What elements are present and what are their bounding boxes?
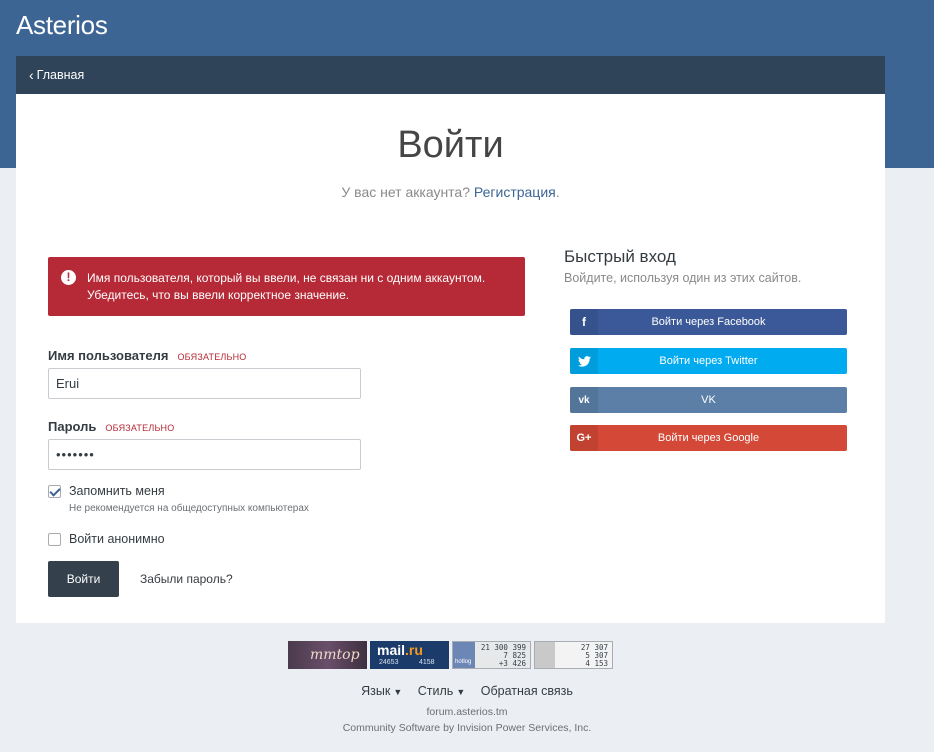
no-account-text: У вас нет аккаунта? — [341, 184, 470, 200]
mailru-counter[interactable]: mail.ru 24653 4158 — [370, 641, 449, 669]
mailru-logo-suffix: .ru — [405, 642, 423, 658]
register-link[interactable]: Регистрация — [474, 184, 556, 200]
remember-me-label: Запомнить меня — [69, 484, 165, 498]
twitter-login-label: Войти через Twitter — [659, 355, 758, 367]
mmtop-counter[interactable]: mmtop — [288, 641, 367, 669]
remember-me-hint: Не рекомендуется на общедоступных компью… — [69, 503, 309, 514]
google-login-button[interactable]: G+ Войти через Google — [570, 425, 847, 451]
vk-icon: vk — [570, 387, 598, 413]
mailru-logo: mail.ru — [377, 642, 423, 658]
mailru-count-1: 24653 — [379, 659, 399, 666]
error-message: ! Имя пользователя, который вы ввели, не… — [48, 257, 525, 316]
language-menu[interactable]: Язык ▼ — [361, 684, 402, 698]
google-login-label: Войти через Google — [657, 432, 760, 444]
style-menu[interactable]: Стиль ▼ — [418, 684, 465, 698]
facebook-login-button[interactable]: f Войти через Facebook — [570, 309, 847, 335]
forgot-password-link[interactable]: Забыли пароль? — [140, 572, 233, 586]
login-submit-button[interactable]: Войти — [48, 561, 119, 597]
password-label-text: Пароль — [48, 419, 97, 434]
liveinternet-bar-icon — [535, 642, 555, 668]
footer-links: Язык ▼ Стиль ▼ Обратная связь — [0, 684, 934, 698]
login-card: Войти У вас нет аккаунта? Регистрация. !… — [16, 94, 885, 623]
liveinternet-counter[interactable]: 27 307 5 307 4 153 — [534, 641, 613, 669]
footer-copyright[interactable]: Community Software by Invision Power Ser… — [0, 722, 934, 734]
anonymous-row[interactable]: Войти анонимно — [48, 532, 165, 546]
quick-login-title: Быстрый вход — [564, 247, 676, 266]
quick-login-subtitle: Войдите, используя один из этих сайтов. — [564, 271, 802, 285]
remember-me-checkbox[interactable] — [48, 484, 61, 498]
username-label: Имя пользователя ОБЯЗАТЕЛЬНО — [48, 348, 247, 363]
mmtop-logo: mmtop — [310, 647, 360, 663]
error-line-1: Имя пользователя, который вы ввели, не с… — [87, 271, 486, 285]
anonymous-label: Войти анонимно — [69, 532, 165, 546]
chevron-left-icon: ‹ — [29, 67, 34, 83]
register-prompt: У вас нет аккаунта? Регистрация. — [16, 184, 885, 200]
vk-login-button[interactable]: vk VK — [570, 387, 847, 413]
twitter-login-button[interactable]: Войти через Twitter — [570, 348, 847, 374]
breadcrumb-home-link[interactable]: ‹ Главная — [29, 68, 84, 82]
mailru-logo-main: mail — [377, 642, 406, 658]
password-required-badge: ОБЯЗАТЕЛЬНО — [105, 423, 175, 433]
caret-down-icon: ▼ — [393, 687, 403, 697]
username-input[interactable] — [48, 368, 361, 399]
footer-site: forum.asterios.tm — [426, 706, 508, 718]
hotlog-value-3: +3 426 — [498, 659, 526, 668]
password-input[interactable] — [48, 439, 361, 470]
exclamation-circle-icon: ! — [61, 270, 76, 285]
language-label: Язык — [361, 684, 391, 698]
google-plus-icon: G+ — [570, 425, 598, 451]
breadcrumb: ‹ Главная — [16, 56, 885, 94]
facebook-login-label: Войти через Facebook — [651, 316, 766, 328]
error-line-2: Убедитесь, что вы ввели корректное значе… — [87, 288, 350, 302]
remember-me-row[interactable]: Запомнить меня — [48, 484, 165, 498]
vk-login-label: VK — [701, 394, 716, 406]
anonymous-checkbox[interactable] — [48, 532, 61, 546]
counter-badges: mmtop mail.ru 24653 4158 hotlog 21 300 3… — [288, 641, 613, 669]
breadcrumb-home-label: Главная — [36, 68, 85, 82]
site-title[interactable]: Asterios — [16, 10, 108, 41]
liveinternet-value-3: 4 153 — [585, 659, 608, 668]
twitter-icon — [570, 348, 598, 374]
register-suffix: . — [555, 184, 560, 200]
username-required-badge: ОБЯЗАТЕЛЬНО — [177, 352, 247, 362]
style-label: Стиль — [417, 684, 454, 698]
page-title: Войти — [397, 124, 504, 166]
mailru-count-2: 4158 — [419, 659, 435, 666]
feedback-link[interactable]: Обратная связь — [481, 684, 573, 698]
hotlog-counter[interactable]: hotlog 21 300 399 7 825 +3 426 — [452, 641, 531, 669]
username-label-text: Имя пользователя — [48, 348, 169, 363]
facebook-icon: f — [570, 309, 598, 335]
hotlog-label: hotlog — [455, 659, 472, 665]
password-label: Пароль ОБЯЗАТЕЛЬНО — [48, 419, 174, 434]
caret-down-icon: ▼ — [456, 687, 466, 697]
